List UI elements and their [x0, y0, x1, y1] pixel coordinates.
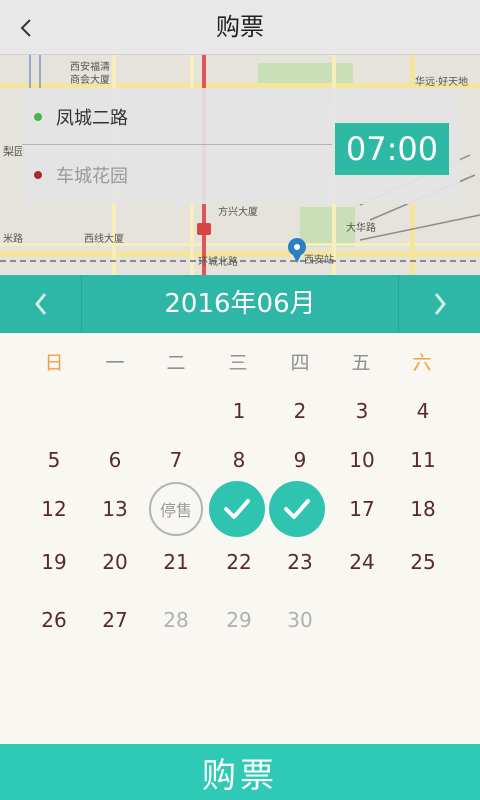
checkmark-icon: [284, 499, 310, 519]
divider: [22, 144, 332, 145]
map-label: 环城北路: [198, 255, 238, 268]
chevron-right-icon: [434, 293, 446, 315]
map-label: 西安站: [304, 253, 334, 266]
top-bar: 购票: [0, 0, 480, 55]
chevron-left-icon: [20, 19, 31, 37]
day-cell[interactable]: 7: [147, 431, 205, 489]
day-cell[interactable]: 27: [86, 591, 144, 649]
map-label: 大华路: [346, 221, 376, 234]
day-cell-selected[interactable]: [269, 481, 325, 537]
map-label: 华远·好天地: [415, 75, 468, 88]
origin-label: 凤城二路: [56, 107, 128, 129]
map-label: 米路: [3, 232, 23, 245]
next-month-button[interactable]: [398, 275, 480, 333]
day-cell-disabled: 30: [287, 608, 313, 632]
day-cell[interactable]: 24: [333, 533, 391, 591]
month-title: 2016年06月: [164, 289, 316, 319]
day-cell-stopped[interactable]: 停售: [149, 482, 203, 536]
chevron-left-icon: [34, 293, 46, 315]
day-cell[interactable]: 25: [394, 533, 452, 591]
day-cell[interactable]: 12: [25, 480, 83, 538]
map-label: 方兴大厦: [218, 205, 258, 218]
origin-dot-icon: [34, 112, 42, 121]
day-cell-selected[interactable]: [209, 481, 265, 537]
day-cell[interactable]: 21: [147, 533, 205, 591]
destination-row[interactable]: 车城花园: [22, 146, 332, 203]
buy-ticket-button[interactable]: 购票: [0, 744, 480, 800]
prev-month-button[interactable]: [0, 275, 82, 333]
day-cell-disabled: 29: [226, 608, 252, 632]
day-cell[interactable]: 23: [271, 533, 329, 591]
departure-time-button[interactable]: 07:00: [335, 123, 449, 175]
day-cell[interactable]: 20: [86, 533, 144, 591]
day-cell-disabled: 28: [163, 608, 189, 632]
day-cell[interactable]: 26: [25, 591, 83, 649]
day-cell[interactable]: 18: [394, 480, 452, 538]
origin-row[interactable]: 凤城二路: [22, 88, 332, 145]
checkmark-icon: [224, 499, 250, 519]
page-title: 购票: [216, 13, 264, 41]
month-navigation: 2016年06月: [0, 275, 480, 333]
day-cells: 1 2 3 4 5 6 7 8 9 10 11 12 13 停售 17 18 1…: [0, 333, 480, 744]
destination-label: 车城花园: [56, 165, 128, 187]
calendar-grid: 日 一 二 三 四 五 六 1 2 3 4 5 6 7 8 9 10 11 12…: [0, 333, 480, 744]
map-label: 西线大厦: [84, 232, 124, 245]
day-cell[interactable]: 19: [25, 533, 83, 591]
back-button[interactable]: [8, 10, 44, 46]
day-cell[interactable]: 22: [210, 533, 268, 591]
day-cell[interactable]: 13: [86, 480, 144, 538]
map-label: 商会大厦: [70, 73, 110, 86]
map-label: 西安福清: [70, 60, 110, 73]
destination-dot-icon: [34, 170, 42, 179]
day-cell[interactable]: 17: [333, 480, 391, 538]
